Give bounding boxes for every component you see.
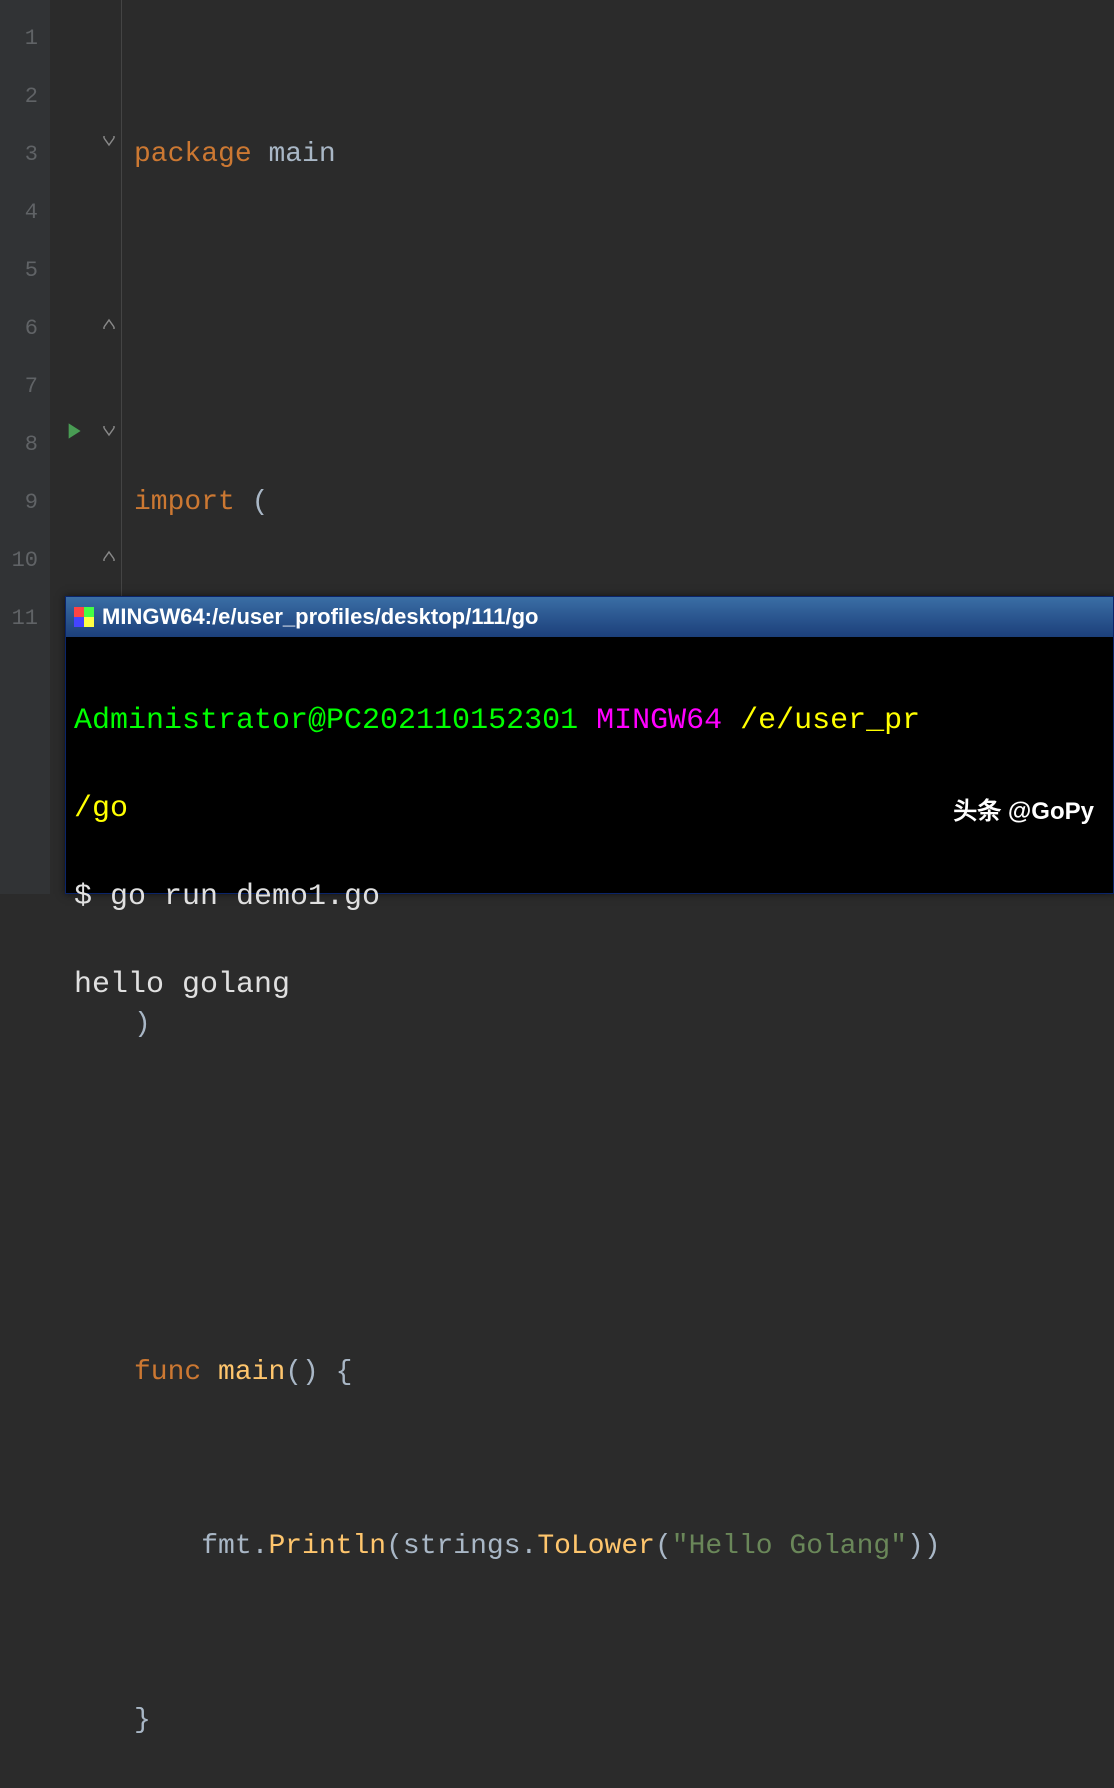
line-number: 5 bbox=[0, 242, 38, 300]
prompt-path: /e/user_pr bbox=[740, 704, 920, 738]
code-line: package main bbox=[134, 126, 941, 184]
terminal-line: hello golang bbox=[74, 963, 1105, 1007]
line-number: 9 bbox=[0, 474, 38, 532]
terminal-body[interactable]: Administrator@PC202110152301 MINGW64 /e/… bbox=[66, 637, 1113, 1103]
line-number: 3 bbox=[0, 126, 38, 184]
terminal-command: go run demo1.go bbox=[110, 880, 380, 914]
fold-expand-icon[interactable] bbox=[100, 542, 118, 562]
line-number: 1 bbox=[0, 10, 38, 68]
code-line: fmt.Println(strings.ToLower("Hello Golan… bbox=[134, 1518, 941, 1576]
prompt-symbol: $ bbox=[74, 880, 110, 914]
terminal-output: hello golang bbox=[74, 968, 290, 1002]
fold-expand-icon[interactable] bbox=[100, 310, 118, 330]
prompt-user: Administrator@PC202110152301 bbox=[74, 704, 578, 738]
line-number: 8 bbox=[0, 416, 38, 474]
line-number: 2 bbox=[0, 68, 38, 126]
terminal-line: $ go run demo1.go bbox=[74, 875, 1105, 919]
line-number: 7 bbox=[0, 358, 38, 416]
terminal-app-icon bbox=[74, 607, 94, 627]
fold-collapse-icon[interactable] bbox=[100, 135, 118, 155]
line-number-gutter: 1 2 3 4 5 6 7 8 9 10 11 bbox=[0, 0, 50, 894]
code-line: } bbox=[134, 1692, 941, 1750]
terminal-line: /go bbox=[74, 787, 1105, 831]
watermark: 头条 @GoPy bbox=[953, 791, 1094, 826]
line-number: 10 bbox=[0, 532, 38, 590]
line-number: 11 bbox=[0, 590, 38, 648]
code-line bbox=[134, 300, 941, 358]
code-line: import ( bbox=[134, 474, 941, 532]
line-number: 6 bbox=[0, 300, 38, 358]
prompt-path-cont: /go bbox=[74, 792, 128, 826]
terminal-titlebar[interactable]: MINGW64:/e/user_profiles/desktop/111/go bbox=[66, 597, 1113, 637]
terminal-title: MINGW64:/e/user_profiles/desktop/111/go bbox=[102, 604, 538, 630]
run-icon[interactable] bbox=[60, 418, 86, 453]
terminal-window[interactable]: MINGW64:/e/user_profiles/desktop/111/go … bbox=[65, 596, 1114, 894]
terminal-line: Administrator@PC202110152301 MINGW64 /e/… bbox=[74, 699, 1105, 743]
code-line: func main() { bbox=[134, 1344, 941, 1402]
fold-collapse-icon[interactable] bbox=[100, 425, 118, 445]
code-line bbox=[134, 1170, 941, 1228]
line-number: 4 bbox=[0, 184, 38, 242]
prompt-env: MINGW64 bbox=[596, 704, 722, 738]
